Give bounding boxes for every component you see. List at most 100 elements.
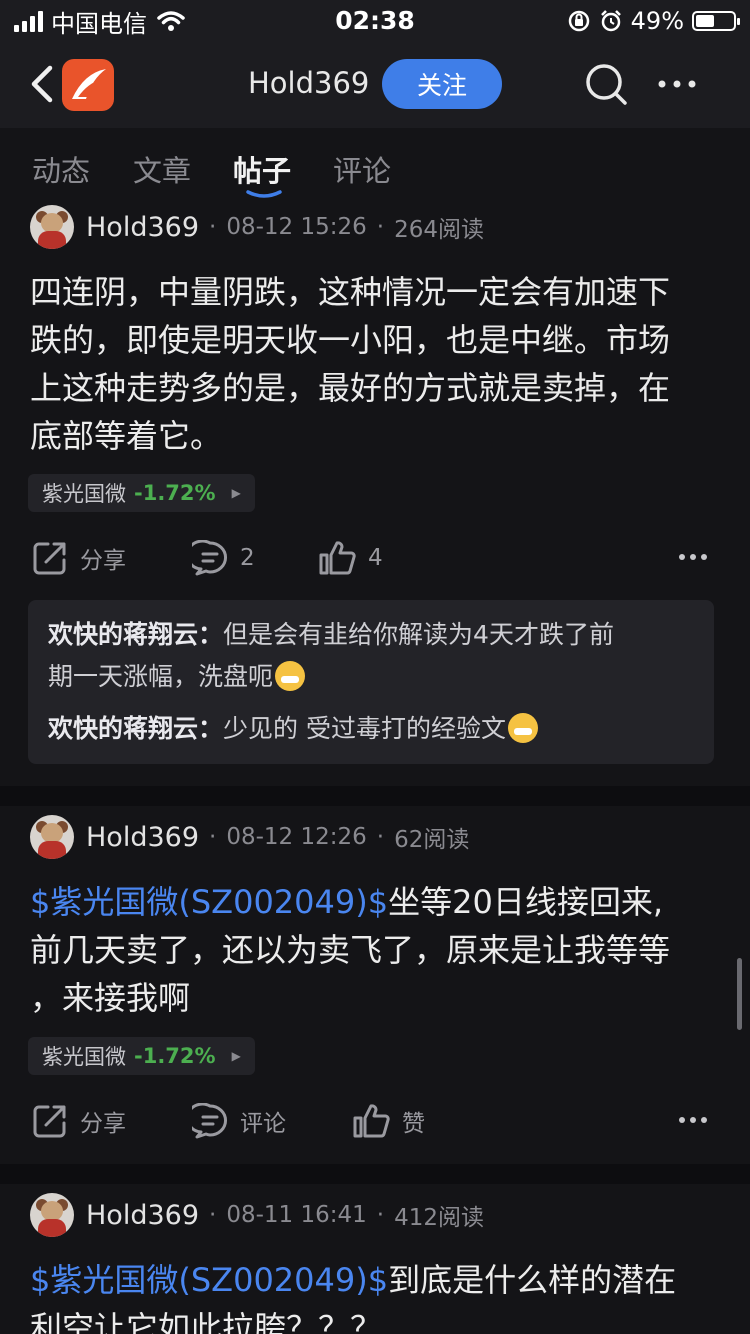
avatar[interactable] <box>30 1193 74 1237</box>
post-text-line: 跌的，即使是明天收一小阳，也是中继。市场 <box>30 321 671 359</box>
stock-tag[interactable]: 紫光国微 -1.72% ▶ <box>28 1037 255 1075</box>
post-header: Hold369 · 08-12 15:26 · 264阅读 <box>30 204 484 250</box>
comment-bubble-icon <box>192 540 227 576</box>
meta-separator: · <box>209 214 217 240</box>
like-count: 4 <box>368 545 383 571</box>
status-bar: 中国电信 02:38 49% <box>0 0 750 42</box>
post-divider <box>0 786 750 806</box>
read-count: 62阅读 <box>394 827 470 853</box>
stock-change: -1.72% <box>134 1044 216 1068</box>
comment-text: 但是会有韭给你解读为4天才跌了前 <box>223 620 614 649</box>
stock-change: -1.72% <box>134 481 216 505</box>
share-label: 分享 <box>80 1111 126 1137</box>
post-time: 08-12 12:26 <box>226 824 367 850</box>
stock-cashtag-link[interactable]: $紫光国微(SZ002049)$ <box>30 883 388 921</box>
thumbs-up-icon <box>319 541 356 575</box>
post-card: Hold369 · 08-12 12:26 · 62阅读 $紫光国微(SZ002… <box>0 806 750 1164</box>
post-text-line: 上这种走势多的是，最好的方式就是卖掉，在 <box>30 369 671 407</box>
post-body[interactable]: 四连阴，中量阴跌，这种情况一定会有加速下 跌的，即使是明天收一小阳，也是中继。市… <box>30 268 720 460</box>
comment-colon: ： <box>198 620 224 649</box>
comment-preview-box[interactable]: 欢快的蒋翔云：但是会有韭给你解读为4天才跌了前 期一天涨幅，洗盘呃 欢快的蒋翔云… <box>28 600 714 764</box>
comment-text: 少见的 受过毒打的经验文 <box>223 714 506 743</box>
scrollbar[interactable] <box>737 958 742 1030</box>
like-button[interactable]: 赞 <box>352 1099 425 1143</box>
meta-separator: · <box>209 1202 217 1228</box>
stock-tag[interactable]: 紫光国微 -1.72% ▶ <box>28 474 255 512</box>
page-title: Hold369 <box>248 66 370 100</box>
action-bar: 分享 评论 赞 <box>0 1099 750 1143</box>
post-header: Hold369 · 08-12 12:26 · 62阅读 <box>30 814 469 860</box>
thinking-emoji-icon <box>507 713 538 743</box>
avatar[interactable] <box>30 205 74 249</box>
app-logo[interactable] <box>62 59 114 111</box>
post-text-line: 坐等20日线接回来, <box>388 883 663 921</box>
tab-posts[interactable]: 帖子 <box>233 148 291 190</box>
stock-name: 紫光国微 <box>42 482 126 506</box>
comment-item: 欢快的蒋翔云：但是会有韭给你解读为4天才跌了前 期一天涨幅，洗盘呃 <box>48 614 698 698</box>
tab-bar: 动态 文章 帖子 评论 <box>0 128 750 198</box>
share-label: 分享 <box>80 548 126 574</box>
author-name[interactable]: Hold369 <box>86 822 199 853</box>
tab-dynamic[interactable]: 动态 <box>32 148 90 190</box>
post-text-line: 到底是什么样的潜在 <box>388 1261 677 1299</box>
comment-user[interactable]: 欢快的蒋翔云 <box>48 714 198 743</box>
alarm-icon <box>600 10 621 32</box>
back-arrow-icon[interactable] <box>26 64 66 104</box>
chevron-right-icon: ▶ <box>231 486 241 500</box>
post-time: 08-12 15:26 <box>226 214 367 240</box>
post-body[interactable]: $紫光国微(SZ002049)$到底是什么样的潜在 利空让它如此拉胯？？？ <box>30 1256 720 1334</box>
battery-percent: 49% <box>630 7 684 35</box>
author-name[interactable]: Hold369 <box>86 212 199 243</box>
search-icon[interactable] <box>584 62 628 106</box>
tab-articles[interactable]: 文章 <box>133 148 191 190</box>
post-text-line: ，来接我啊 <box>30 979 191 1017</box>
comment-bubble-icon <box>192 1103 227 1139</box>
more-options-icon[interactable] <box>678 1115 708 1125</box>
chevron-right-icon: ▶ <box>231 1049 241 1063</box>
comment-item: 欢快的蒋翔云：少见的 受过毒打的经验文 <box>48 708 698 750</box>
stock-name: 紫光国微 <box>42 1045 126 1069</box>
read-count: 264阅读 <box>394 217 484 243</box>
share-button[interactable]: 分享 <box>32 536 126 580</box>
post-card: Hold369 · 08-11 16:41 · 412阅读 $紫光国微(SZ00… <box>0 1184 750 1334</box>
post-text-line: 前几天卖了，还以为卖飞了，原来是让我等等 <box>30 931 671 969</box>
action-bar: 分享 2 4 <box>0 536 750 580</box>
share-button[interactable]: 分享 <box>32 1099 126 1143</box>
grinning-emoji-icon <box>275 661 306 691</box>
comment-label: 评论 <box>240 1111 286 1137</box>
post-text-line: 四连阴，中量阴跌，这种情况一定会有加速下 <box>30 273 671 311</box>
post-text-line: 利空让它如此拉胯？？？ <box>30 1309 383 1334</box>
active-tab-indicator <box>246 190 282 198</box>
meta-separator: · <box>376 824 385 850</box>
comment-count: 2 <box>240 545 255 571</box>
post-card: Hold369 · 08-12 15:26 · 264阅读 四连阴，中量阴跌，这… <box>0 198 750 786</box>
avatar[interactable] <box>30 815 74 859</box>
author-name[interactable]: Hold369 <box>86 1200 199 1231</box>
orientation-lock-icon <box>568 10 589 32</box>
share-icon <box>33 542 66 575</box>
post-text-line: 底部等着它。 <box>30 417 223 455</box>
thumbs-up-icon <box>353 1104 390 1138</box>
like-button[interactable]: 4 <box>318 536 383 580</box>
follow-button[interactable]: 关注 <box>382 59 502 109</box>
stock-cashtag-link[interactable]: $紫光国微(SZ002049)$ <box>30 1261 388 1299</box>
comment-colon: ： <box>198 714 224 743</box>
meta-separator: · <box>209 824 217 850</box>
meta-separator: · <box>376 1202 385 1228</box>
share-icon <box>33 1105 66 1138</box>
read-count: 412阅读 <box>394 1205 484 1231</box>
more-options-icon[interactable] <box>656 78 698 90</box>
post-header: Hold369 · 08-11 16:41 · 412阅读 <box>30 1192 484 1238</box>
meta-separator: · <box>376 214 385 240</box>
status-right: 49% <box>567 6 740 36</box>
comment-user[interactable]: 欢快的蒋翔云 <box>48 620 198 649</box>
more-options-icon[interactable] <box>678 552 708 562</box>
comment-button[interactable]: 2 <box>192 536 255 580</box>
nav-bar: Hold369 关注 <box>0 42 750 128</box>
eagle-logo-icon <box>72 69 106 99</box>
like-label: 赞 <box>402 1111 425 1137</box>
post-body[interactable]: $紫光国微(SZ002049)$坐等20日线接回来, 前几天卖了，还以为卖飞了，… <box>30 878 720 1022</box>
battery-icon <box>692 11 740 31</box>
tab-comments[interactable]: 评论 <box>333 148 391 190</box>
comment-button[interactable]: 评论 <box>192 1099 286 1143</box>
